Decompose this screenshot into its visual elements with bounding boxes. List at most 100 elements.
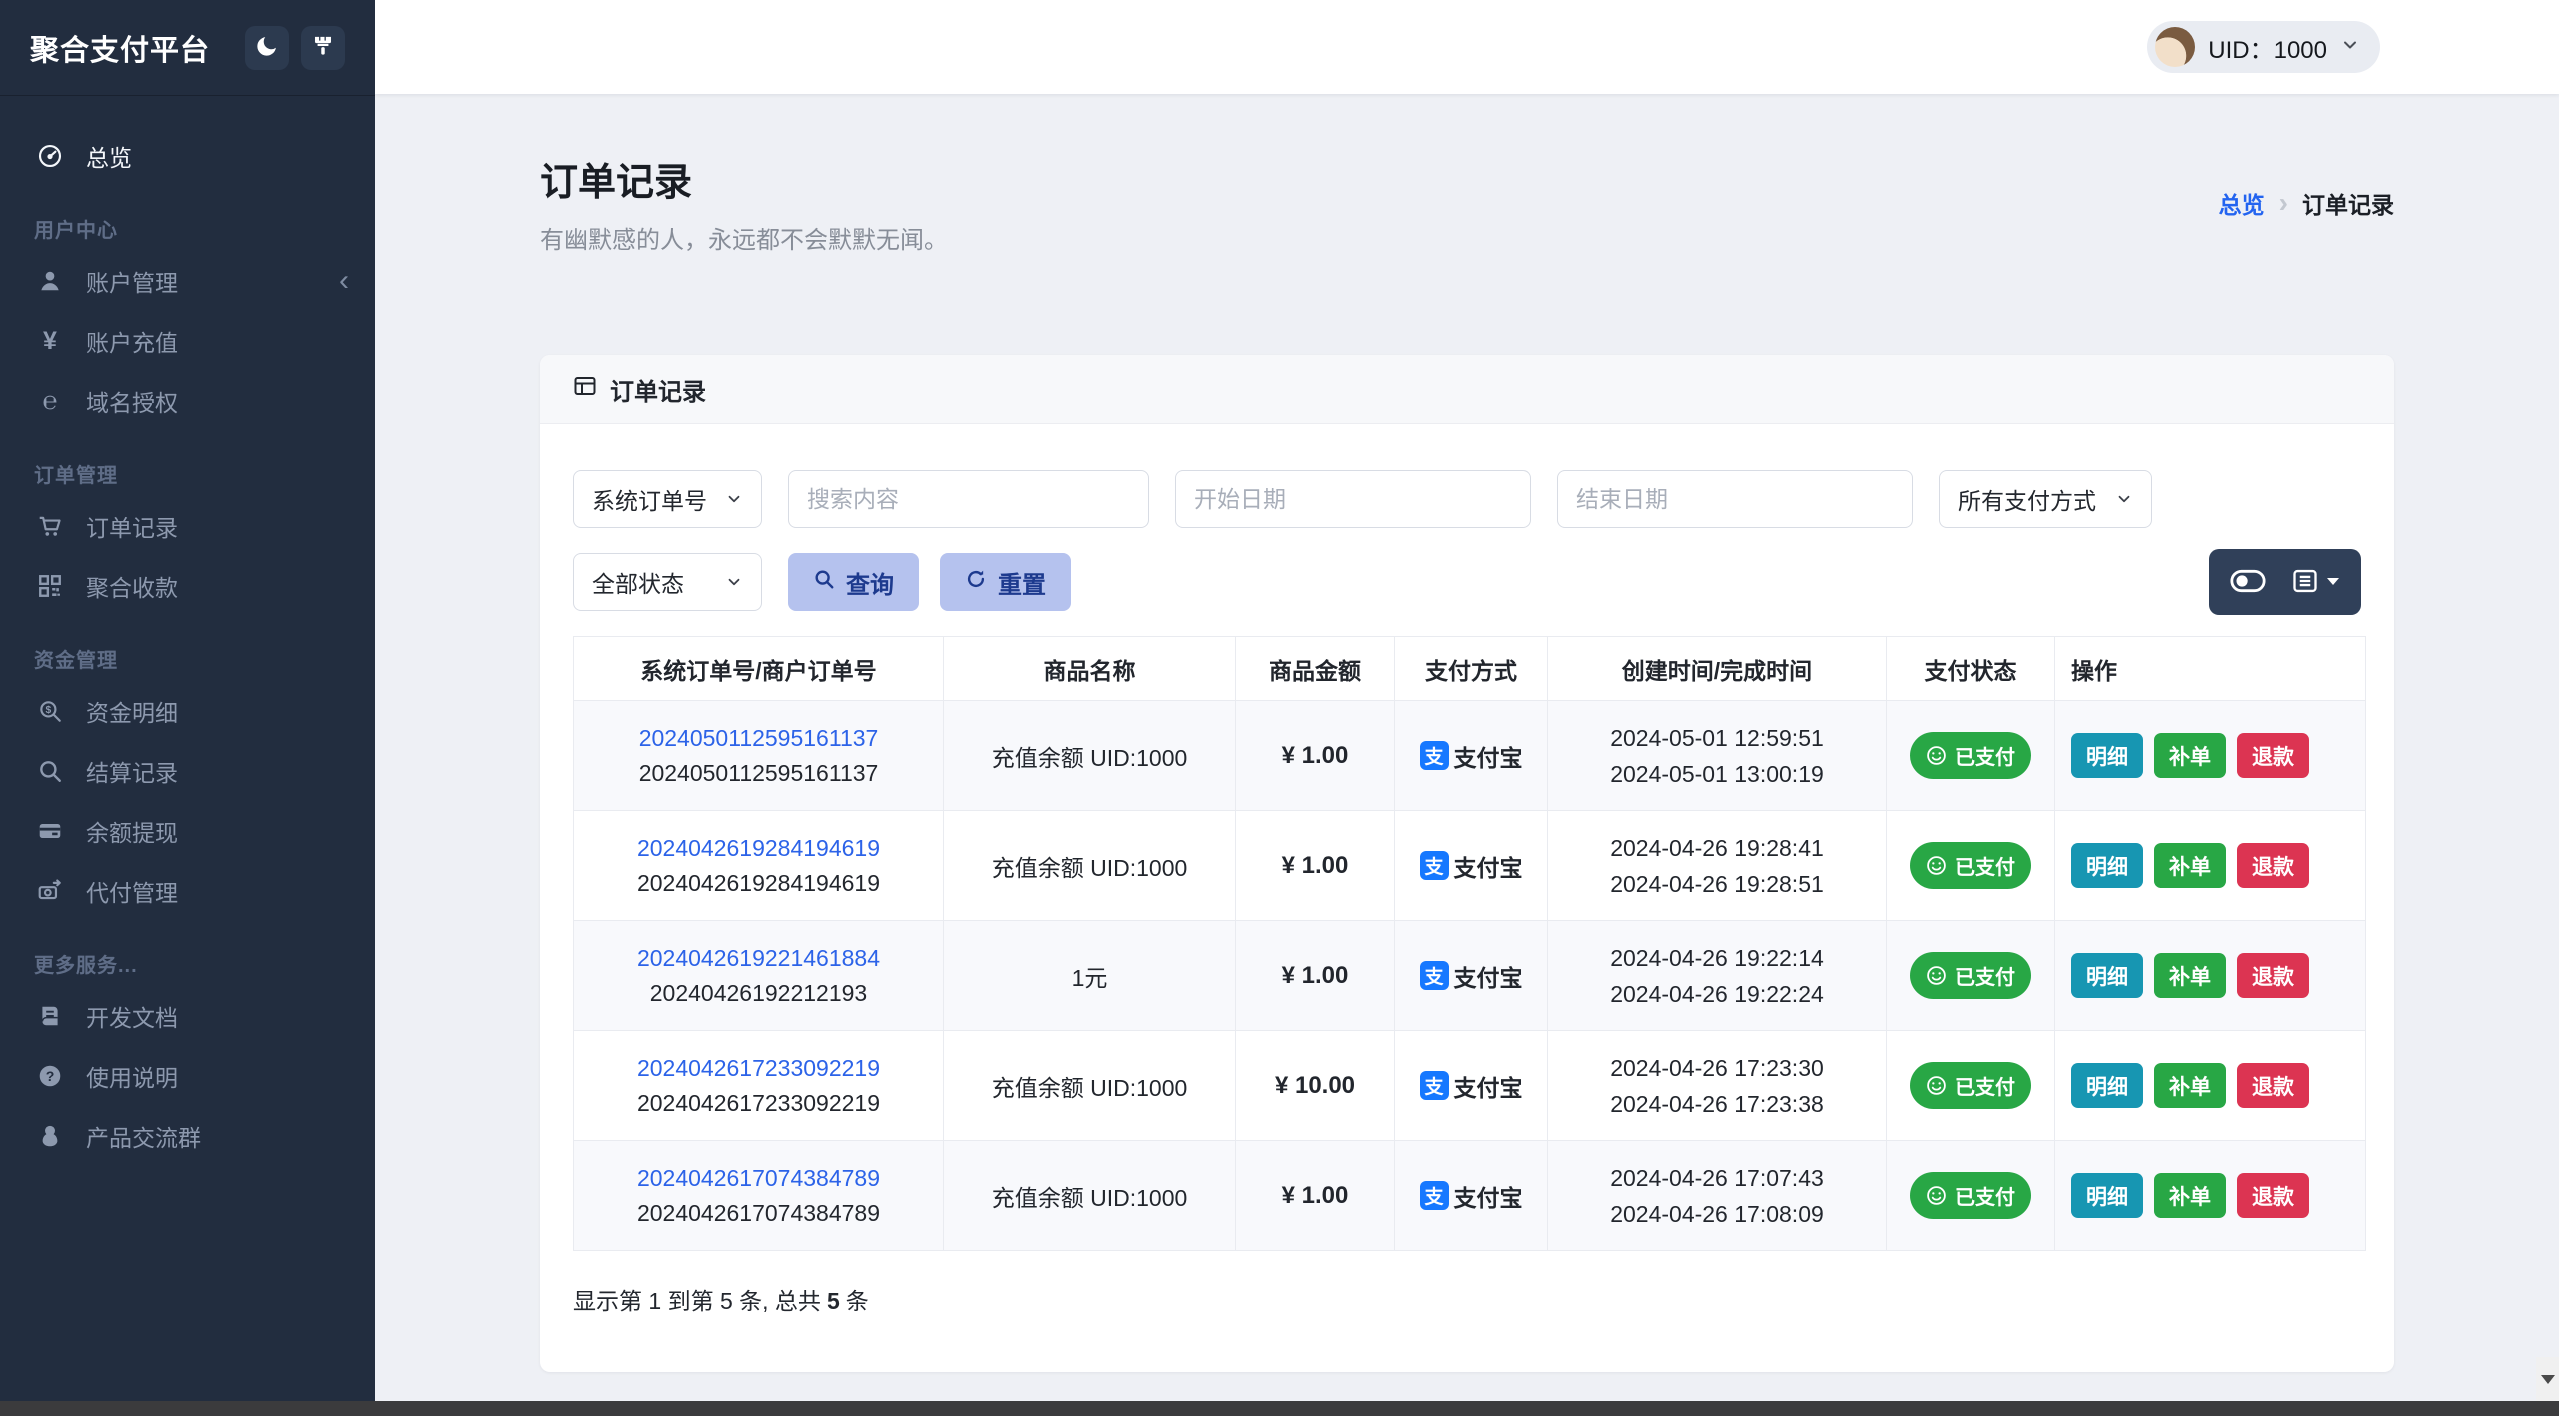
money-transfer-icon bbox=[36, 877, 64, 905]
completed-time: 2024-04-26 19:22:24 bbox=[1610, 980, 1824, 1007]
created-time: 2024-04-26 19:28:41 bbox=[1610, 834, 1824, 861]
order-sys-no-link[interactable]: 2024042619284194619 bbox=[574, 831, 943, 866]
qr-code-icon bbox=[36, 572, 64, 600]
query-button[interactable]: 查询 bbox=[788, 553, 919, 611]
reset-button[interactable]: 重置 bbox=[940, 553, 1071, 611]
user-menu[interactable]: UID：1000 bbox=[2147, 21, 2380, 73]
scroll-down-arrow-icon bbox=[2540, 1374, 2555, 1384]
horizontal-scrollbar[interactable] bbox=[0, 1401, 2559, 1416]
sidebar-item-overview[interactable]: 总览 bbox=[0, 126, 375, 186]
reorder-button[interactable]: 补单 bbox=[2154, 1063, 2226, 1108]
completed-time: 2024-05-01 13:00:19 bbox=[1610, 760, 1824, 787]
created-time: 2024-04-26 17:23:30 bbox=[1610, 1054, 1824, 1081]
sidebar-item-aggregate-collection[interactable]: 聚合收款 bbox=[0, 556, 375, 616]
sidebar-item-payout-management[interactable]: 代付管理 bbox=[0, 861, 375, 921]
sidebar-item-account-recharge[interactable]: ¥ 账户充值 bbox=[0, 311, 375, 371]
pagination-info: 显示第 1 到第 5 条, 总共 5 条 bbox=[573, 1288, 869, 1314]
order-sys-no-link[interactable]: 2024042619221461884 bbox=[574, 941, 943, 976]
refund-button[interactable]: 退款 bbox=[2237, 953, 2309, 998]
refund-button[interactable]: 退款 bbox=[2237, 843, 2309, 888]
alipay-icon: 支 bbox=[1419, 1181, 1449, 1210]
pay-method-select[interactable]: 所有支付方式 bbox=[1939, 470, 2152, 528]
detail-button[interactable]: 明细 bbox=[2071, 953, 2143, 998]
detail-button[interactable]: 明细 bbox=[2071, 843, 2143, 888]
sidebar-item-account-management[interactable]: 账户管理 ‹ bbox=[0, 251, 375, 311]
detail-button[interactable]: 明细 bbox=[2071, 1063, 2143, 1108]
col-time: 创建时间/完成时间 bbox=[1547, 636, 1887, 701]
order-amount: ¥ 1.00 bbox=[1235, 700, 1395, 811]
sidebar-item-settlement-records[interactable]: 结算记录 bbox=[0, 741, 375, 801]
search-input[interactable] bbox=[807, 485, 1130, 513]
cart-icon bbox=[36, 512, 64, 540]
fullscreen-toggle[interactable] bbox=[2229, 567, 2267, 598]
sidebar-item-fund-details[interactable]: $ 资金明细 bbox=[0, 681, 375, 741]
order-amount: ¥ 10.00 bbox=[1235, 1030, 1395, 1141]
detail-button[interactable]: 明细 bbox=[2071, 733, 2143, 778]
book-icon bbox=[36, 1002, 64, 1030]
pay-method-value: 所有支付方式 bbox=[1958, 488, 2096, 514]
sidebar-item-label: 资金明细 bbox=[86, 700, 178, 726]
order-merchant-no: 20240426192212193 bbox=[649, 979, 868, 1006]
total-count: 5 bbox=[826, 1288, 840, 1314]
end-date-input[interactable] bbox=[1576, 485, 1894, 513]
reorder-button[interactable]: 补单 bbox=[2154, 953, 2226, 998]
order-sys-no-link[interactable]: 2024042617074384789 bbox=[574, 1161, 943, 1196]
topbar: UID：1000 bbox=[375, 0, 2559, 94]
sidebar-item-product-group[interactable]: 产品交流群 bbox=[0, 1106, 375, 1166]
reorder-button[interactable]: 补单 bbox=[2154, 843, 2226, 888]
smiley-icon bbox=[1927, 966, 1946, 985]
sidebar-item-label: 账户管理 bbox=[86, 270, 178, 296]
sidebar-section-fund-management: 资金管理 bbox=[34, 650, 118, 672]
user-icon bbox=[36, 267, 64, 295]
reorder-button[interactable]: 补单 bbox=[2154, 1173, 2226, 1218]
breadcrumb-home-link[interactable]: 总览 bbox=[2219, 186, 2265, 220]
status-badge: 已支付 bbox=[1910, 1172, 2031, 1219]
product-name: 1元 bbox=[943, 920, 1236, 1031]
refund-button[interactable]: 退款 bbox=[2237, 1173, 2309, 1218]
card-header: 订单记录 bbox=[540, 355, 2394, 424]
product-name: 充值余额 UID:1000 bbox=[943, 1030, 1236, 1141]
refund-button[interactable]: 退款 bbox=[2237, 733, 2309, 778]
theme-brush-button[interactable] bbox=[301, 25, 345, 70]
detail-button[interactable]: 明细 bbox=[2071, 1173, 2143, 1218]
order-merchant-no: 2024042619284194619 bbox=[636, 869, 881, 896]
reorder-button[interactable]: 补单 bbox=[2154, 733, 2226, 778]
completed-time: 2024-04-26 17:08:09 bbox=[1610, 1200, 1824, 1227]
order-sys-no-link[interactable]: 2024050112595161137 bbox=[574, 721, 943, 756]
page-header: 订单记录 有幽默感的人，永远都不会默默无闻。 总览 › 订单记录 bbox=[540, 151, 2394, 255]
sidebar-item-balance-withdrawal[interactable]: 余额提现 bbox=[0, 801, 375, 861]
question-circle-icon: ? bbox=[36, 1062, 64, 1090]
vertical-scrollbar[interactable] bbox=[2536, 1357, 2559, 1401]
uid-label: UID：1000 bbox=[2208, 36, 2327, 64]
pay-method-label: 支付宝 bbox=[1453, 854, 1523, 881]
search-dollar-icon: $ bbox=[36, 697, 64, 725]
order-sys-no-link[interactable]: 2024042617233092219 bbox=[574, 1051, 943, 1086]
chevron-right-icon: › bbox=[2278, 187, 2288, 218]
sidebar-item-usage-guide[interactable]: ? 使用说明 bbox=[0, 1046, 375, 1106]
dashboard-icon bbox=[36, 142, 64, 170]
start-date-input[interactable] bbox=[1194, 485, 1512, 513]
created-time: 2024-04-26 19:22:14 bbox=[1610, 944, 1824, 971]
status-select[interactable]: 全部状态 bbox=[573, 553, 762, 611]
sidebar-item-label: 余额提现 bbox=[86, 820, 178, 846]
status-badge: 已支付 bbox=[1910, 842, 2031, 889]
table-row: 2024050112595161137 2024050112595161137 充… bbox=[573, 700, 2366, 811]
pay-method-label: 支付宝 bbox=[1453, 964, 1523, 991]
pay-method-label: 支付宝 bbox=[1453, 1074, 1523, 1101]
order-type-select[interactable]: 系统订单号 bbox=[573, 470, 762, 528]
columns-dropdown[interactable] bbox=[2291, 567, 2341, 598]
refund-button[interactable]: 退款 bbox=[2237, 1063, 2309, 1108]
chevron-down-icon bbox=[2118, 495, 2130, 503]
svg-text:$: $ bbox=[46, 705, 52, 716]
sidebar-item-domain-auth[interactable]: ℮ 域名授权 bbox=[0, 371, 375, 431]
sidebar-item-order-records[interactable]: 订单记录 bbox=[0, 496, 375, 556]
sidebar-item-label: 开发文档 bbox=[86, 1005, 178, 1031]
sidebar-item-label: 账户充值 bbox=[86, 330, 178, 356]
order-merchant-no: 2024042617074384789 bbox=[636, 1199, 881, 1226]
dark-mode-button[interactable] bbox=[245, 25, 289, 70]
sidebar-item-label: 聚合收款 bbox=[86, 575, 178, 601]
sidebar-item-dev-docs[interactable]: 开发文档 bbox=[0, 986, 375, 1046]
table-toolbar bbox=[2209, 549, 2361, 615]
col-order-no: 系统订单号/商户订单号 bbox=[573, 636, 944, 701]
sidebar-nav: 总览 用户中心 账户管理 ‹ ¥ 账户充值 ℮ 域名授权 订单管理 订单记录 聚… bbox=[0, 96, 375, 1166]
